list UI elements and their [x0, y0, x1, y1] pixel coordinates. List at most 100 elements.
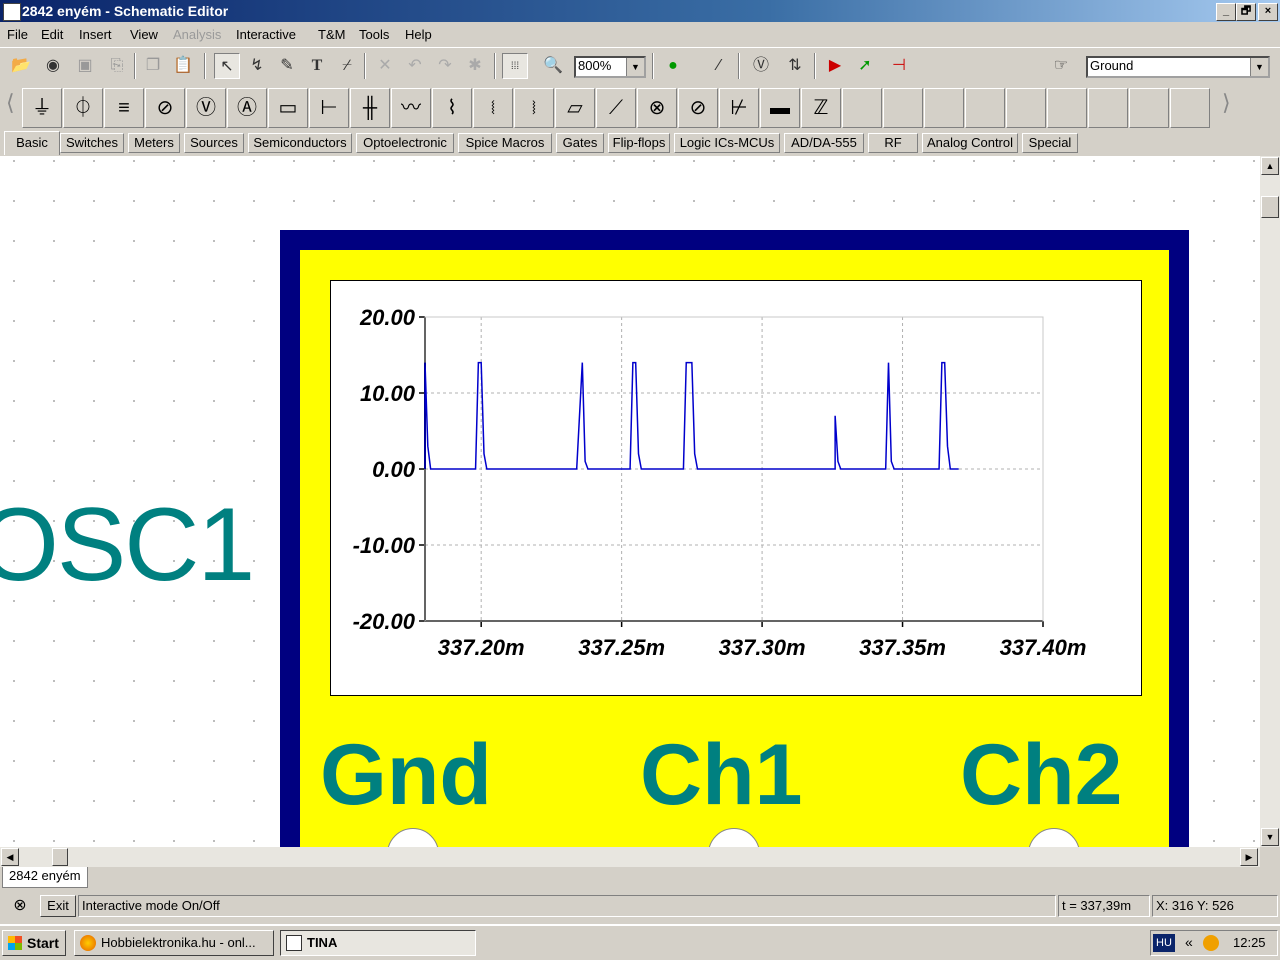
- close-button[interactable]: ×: [1258, 3, 1278, 21]
- palette-scroll-right-icon[interactable]: ⟩: [1222, 90, 1236, 126]
- menu-file[interactable]: File: [7, 27, 28, 42]
- ground-tool-icon[interactable]: ☞: [1048, 53, 1074, 79]
- oscilloscope-component[interactable]: 337.20m 337.25m 337.30m 337.35m 337.40m 20.00…: [280, 230, 1189, 847]
- tab-meters[interactable]: Meters: [128, 133, 180, 153]
- inductor-icon[interactable]: 〰: [391, 88, 431, 128]
- menu-tm[interactable]: T&M: [318, 27, 345, 42]
- tab-optoelectronic[interactable]: Optoelectronic: [356, 133, 454, 153]
- taskbar-item-browser[interactable]: Hobbielektronika.hu - onl...: [74, 930, 274, 956]
- palette-scroll-left-icon[interactable]: ⟨: [6, 90, 18, 126]
- menu-help[interactable]: Help: [405, 27, 432, 42]
- transformer-icon[interactable]: ⧙: [473, 88, 513, 128]
- capacitor-icon[interactable]: ╫: [350, 88, 390, 128]
- palette-slot[interactable]: .: [1088, 88, 1128, 128]
- label-icon[interactable]: ⌿: [334, 53, 360, 79]
- tab-basic[interactable]: Basic: [4, 131, 60, 155]
- palette-slot[interactable]: .: [1006, 88, 1046, 128]
- menu-view[interactable]: View: [130, 27, 158, 42]
- coupled-inductor-icon[interactable]: ⧘: [514, 88, 554, 128]
- gnd-terminal[interactable]: [387, 828, 439, 847]
- redo-icon[interactable]: ↷: [432, 53, 458, 79]
- exit-button[interactable]: Exit: [40, 895, 76, 917]
- ground-icon[interactable]: ⏚: [22, 88, 62, 128]
- component-select[interactable]: Ground ▼: [1086, 56, 1270, 78]
- pen-icon[interactable]: ✎: [274, 53, 300, 79]
- tab-spice-macros[interactable]: Spice Macros: [458, 133, 552, 153]
- fuse-icon[interactable]: ▬: [760, 88, 800, 128]
- coil-icon[interactable]: ⌇: [432, 88, 472, 128]
- app-icon[interactable]: [3, 3, 21, 21]
- ch1-terminal[interactable]: [708, 828, 760, 847]
- palette-slot[interactable]: .: [965, 88, 1005, 128]
- minimize-button[interactable]: _: [1216, 3, 1236, 21]
- save-icon[interactable]: ▣: [72, 53, 98, 79]
- tab-switches[interactable]: Switches: [60, 133, 124, 153]
- led-icon[interactable]: ➚: [852, 53, 878, 79]
- open-icon[interactable]: 📂: [8, 53, 34, 79]
- resistor-icon[interactable]: ▭: [268, 88, 308, 128]
- vertical-scrollbar[interactable]: ▲ ▼: [1260, 156, 1280, 847]
- tab-rf[interactable]: RF: [868, 133, 918, 153]
- palette-slot[interactable]: .: [1047, 88, 1087, 128]
- lamp-icon[interactable]: ⊗: [637, 88, 677, 128]
- zoom-icon[interactable]: 🔍: [540, 53, 566, 79]
- junction-icon[interactable]: ✱: [462, 53, 488, 79]
- meter-icon[interactable]: Ⓥ: [748, 53, 774, 79]
- palette-slot[interactable]: .: [1170, 88, 1210, 128]
- grid-icon[interactable]: ⁞⁞⁞: [502, 53, 528, 79]
- pin-icon[interactable]: ⊣: [886, 53, 912, 79]
- battery-icon[interactable]: ⏀: [63, 88, 103, 128]
- copy-icon[interactable]: ❐: [140, 53, 166, 79]
- start-button[interactable]: Start: [2, 930, 66, 956]
- dc-source-icon[interactable]: ≡: [104, 88, 144, 128]
- probe-icon[interactable]: ⁄: [706, 53, 732, 79]
- palette-slot[interactable]: .: [924, 88, 964, 128]
- scroll-up-icon[interactable]: ▲: [1261, 157, 1279, 175]
- interactive-mode-icon[interactable]: ⊗: [4, 895, 36, 917]
- menu-analysis[interactable]: Analysis: [173, 27, 221, 42]
- select-arrow-icon[interactable]: ↖: [214, 53, 240, 79]
- scroll-right-icon[interactable]: ▶: [1240, 848, 1258, 866]
- scroll-left-icon[interactable]: ◀: [1, 848, 19, 866]
- zoom-select[interactable]: 800% ▼: [574, 56, 646, 78]
- menu-insert[interactable]: Insert: [79, 27, 112, 42]
- tray-expand-icon[interactable]: «: [1185, 934, 1193, 950]
- menu-tools[interactable]: Tools: [359, 27, 389, 42]
- switch-icon[interactable]: ⟋: [596, 88, 636, 128]
- tab-gates[interactable]: Gates: [556, 133, 604, 153]
- tab-flip-flops[interactable]: Flip-flops: [608, 133, 670, 153]
- tab-logic-ics[interactable]: Logic ICs-MCUs: [674, 133, 780, 153]
- tab-special[interactable]: Special: [1022, 133, 1078, 153]
- ampere-meter-icon[interactable]: Ⓐ: [227, 88, 267, 128]
- tab-ad-da[interactable]: AD/DA-555: [784, 133, 864, 153]
- voltage-source-icon[interactable]: ⊢: [309, 88, 349, 128]
- vertical-scroll-thumb[interactable]: [1261, 196, 1279, 218]
- clock-tray-icon[interactable]: [1203, 935, 1219, 951]
- ch2-terminal[interactable]: [1028, 828, 1080, 847]
- voltmeter-icon[interactable]: Ⓥ: [186, 88, 226, 128]
- horizontal-scrollbar[interactable]: ◀ ▶: [0, 847, 1260, 867]
- menu-edit[interactable]: Edit: [41, 27, 63, 42]
- switch-mode-icon[interactable]: ⇅: [782, 53, 808, 79]
- motor-icon[interactable]: ⊘: [678, 88, 718, 128]
- wire-icon[interactable]: ↯: [244, 53, 270, 79]
- palette-slot[interactable]: .: [883, 88, 923, 128]
- document-tab[interactable]: 2842 enyém: [2, 867, 88, 888]
- tab-sources[interactable]: Sources: [184, 133, 244, 153]
- language-indicator[interactable]: HU: [1153, 934, 1175, 952]
- tab-analog-control[interactable]: Analog Control: [922, 133, 1018, 153]
- palette-slot[interactable]: .: [842, 88, 882, 128]
- maximize-button[interactable]: 🗗: [1236, 3, 1256, 21]
- taskbar-item-tina[interactable]: TINA: [280, 930, 476, 956]
- potentiometer-icon[interactable]: ▱: [555, 88, 595, 128]
- palette-slot[interactable]: .: [1129, 88, 1169, 128]
- ammeter-icon[interactable]: ⊘: [145, 88, 185, 128]
- menu-interactive[interactable]: Interactive: [236, 27, 296, 42]
- scroll-down-icon[interactable]: ▼: [1261, 828, 1279, 846]
- variable-resistor-icon[interactable]: ⊬: [719, 88, 759, 128]
- diode-icon[interactable]: ▶: [822, 53, 848, 79]
- tab-semiconductors[interactable]: Semiconductors: [248, 133, 352, 153]
- browse-icon[interactable]: ◉: [40, 53, 66, 79]
- schematic-canvas[interactable]: OSC1 337.20m 337.25m 337.30m 337.35m 337.40m…: [0, 156, 1260, 847]
- delete-icon[interactable]: ✕: [372, 53, 398, 79]
